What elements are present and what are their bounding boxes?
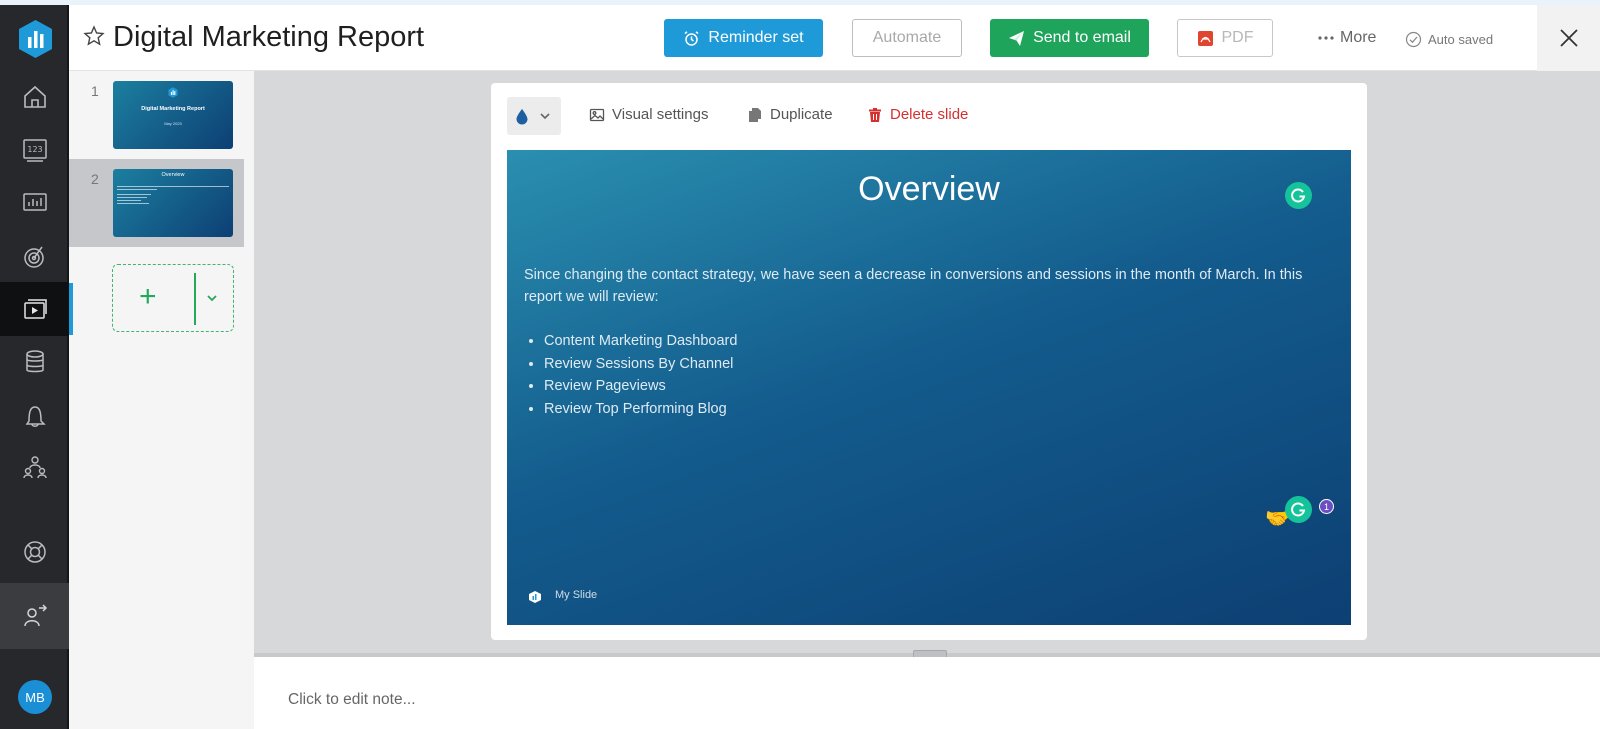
bullet-item: Review Sessions By Channel — [544, 353, 737, 376]
thumb-text-line — [117, 197, 147, 198]
duplicate-button[interactable]: Duplicate — [747, 106, 833, 123]
more-label: More — [1340, 29, 1377, 46]
thumb-subtitle: May 2023 — [164, 121, 182, 126]
metrics-icon: 123 — [22, 139, 47, 162]
close-button[interactable] — [1537, 5, 1600, 71]
visual-settings-button[interactable]: Visual settings — [589, 106, 708, 123]
send-to-email-button[interactable]: Send to email — [990, 19, 1149, 57]
active-indicator — [69, 283, 73, 335]
help-icon — [23, 541, 46, 563]
slide-number: 2 — [91, 171, 99, 187]
rail-team[interactable] — [0, 441, 69, 495]
more-menu[interactable]: More — [1318, 29, 1376, 47]
theme-dropdown[interactable] — [507, 97, 561, 135]
bullet-item: Content Marketing Dashboard — [544, 330, 737, 353]
slide-editor-card: Visual settings Duplicate Delete slide O… — [491, 83, 1367, 640]
rail-dashboards[interactable] — [0, 176, 69, 230]
bullet-item: Review Pageviews — [544, 375, 737, 398]
rail-goals[interactable] — [0, 229, 69, 283]
thumb-text-line — [117, 203, 149, 204]
rail-help[interactable] — [0, 525, 69, 579]
automate-label: Automate — [872, 29, 942, 46]
add-slide-divider — [194, 273, 196, 325]
rail-home[interactable] — [0, 70, 69, 124]
slide-list: 1 Digital Marketing Report May 2023 2 Ov… — [69, 71, 254, 729]
team-icon — [22, 456, 47, 479]
slide-bullet-list[interactable]: Content Marketing Dashboard Review Sessi… — [544, 330, 737, 420]
suggestion-count-badge: 1 — [1319, 499, 1334, 514]
datasets-icon — [25, 350, 44, 373]
slide-footer-text: My Slide — [555, 589, 598, 601]
footer-logo-icon — [529, 591, 541, 603]
pdf-button[interactable]: PDF — [1177, 19, 1273, 57]
close-icon — [1559, 29, 1578, 47]
add-slide-button[interactable]: + — [139, 279, 157, 315]
profile-icon — [23, 604, 47, 627]
automate-button[interactable]: Automate — [852, 19, 962, 57]
slide-preview: Overview — [113, 169, 233, 237]
slide-preview: Digital Marketing Report May 2023 — [113, 81, 233, 149]
paper-plane-icon — [1009, 30, 1025, 46]
grammarly-suggestions-icon[interactable] — [1285, 496, 1312, 523]
notes-panel[interactable]: Click to edit note... — [254, 657, 1600, 729]
svg-text:123: 123 — [27, 145, 42, 154]
thumb-text-line — [117, 200, 141, 201]
thumb-text-line — [117, 189, 157, 190]
duplicate-icon — [749, 107, 761, 122]
app-window: 123 MB Digital Marketing Report Reminder… — [0, 0, 1600, 729]
grammarly-glyph — [1291, 188, 1306, 203]
thumb-title: Overview — [161, 172, 185, 178]
add-slide-control: + — [112, 264, 234, 332]
goals-icon — [23, 246, 44, 268]
image-icon — [589, 108, 605, 121]
visual-settings-label: Visual settings — [612, 106, 709, 123]
chevron-down-icon — [540, 113, 550, 120]
report-title[interactable]: Digital Marketing Report — [113, 21, 424, 54]
report-header: Digital Marketing Report Reminder set Au… — [69, 5, 1537, 71]
reminder-label: Reminder set — [708, 29, 804, 46]
slides-icon — [23, 299, 47, 319]
delete-slide-label: Delete slide — [890, 106, 969, 123]
app-logo-icon[interactable] — [18, 19, 53, 59]
user-avatar[interactable]: MB — [18, 680, 52, 714]
thumb-title: Digital Marketing Report — [141, 106, 205, 112]
slide-title[interactable]: Overview — [507, 170, 1351, 209]
grammarly-icon[interactable] — [1285, 182, 1312, 209]
notes-placeholder[interactable]: Click to edit note... — [288, 691, 416, 709]
slide-canvas[interactable]: Overview Since changing the contact stra… — [507, 150, 1351, 625]
duplicate-label: Duplicate — [770, 106, 833, 123]
send-to-email-label: Send to email — [1033, 29, 1131, 46]
rail-metrics[interactable]: 123 — [0, 123, 69, 177]
home-icon — [23, 85, 46, 108]
thumb-text-line — [117, 194, 151, 195]
chevron-down-icon[interactable] — [205, 291, 219, 305]
slide-thumbnail-2[interactable]: 2 Overview — [69, 159, 244, 247]
thumb-logo-icon — [168, 87, 178, 98]
check-circle-icon — [1405, 31, 1422, 48]
thumb-text-line — [117, 186, 229, 187]
slide-thumbnail-1[interactable]: 1 Digital Marketing Report May 2023 — [69, 71, 244, 159]
alerts-icon — [25, 406, 46, 427]
ellipsis-icon — [1318, 36, 1334, 40]
rail-slides[interactable] — [0, 282, 69, 336]
rail-datasets[interactable] — [0, 335, 69, 389]
slide-body-text[interactable]: Since changing the contact strategy, we … — [524, 264, 1334, 308]
color-drop-icon — [516, 109, 528, 125]
trash-icon — [869, 107, 881, 122]
pdf-icon — [1197, 30, 1213, 46]
alarm-clock-icon — [684, 30, 699, 46]
auto-saved-label: Auto saved — [1428, 32, 1494, 47]
delete-slide-button[interactable]: Delete slide — [867, 106, 968, 123]
grammarly-glyph — [1291, 502, 1306, 517]
rail-alerts[interactable] — [0, 388, 69, 442]
bullet-item: Review Top Performing Blog — [544, 398, 737, 421]
rail-profile[interactable] — [0, 583, 69, 649]
star-icon[interactable] — [83, 25, 105, 47]
dashboard-icon — [22, 193, 47, 211]
auto-saved-status: Auto saved — [1405, 31, 1493, 48]
reminder-button[interactable]: Reminder set — [664, 19, 823, 57]
slide-number: 1 — [91, 83, 99, 99]
left-rail: 123 MB — [0, 5, 69, 729]
pdf-label: PDF — [1221, 29, 1254, 46]
